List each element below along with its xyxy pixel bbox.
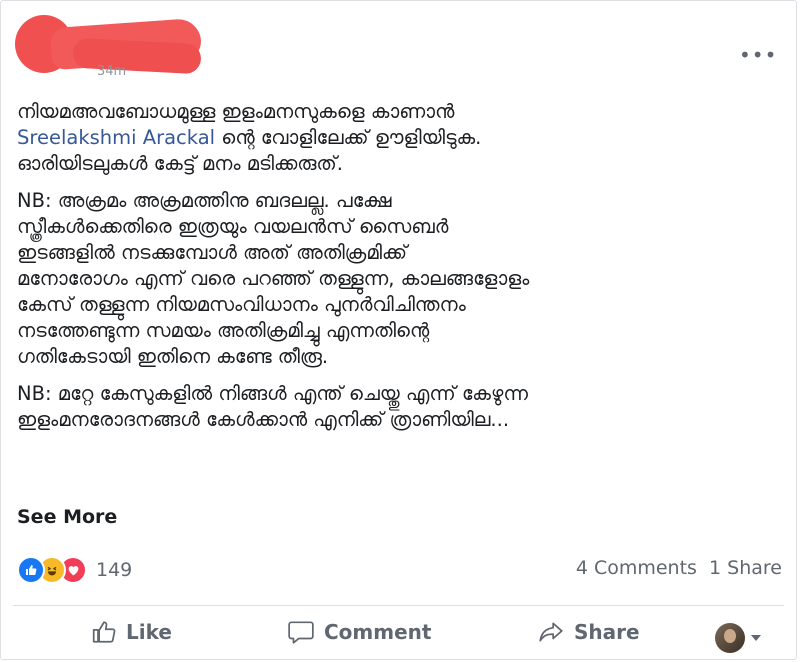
see-more-link[interactable]: See More [17,506,117,528]
comment-button[interactable]: Comment [287,619,431,645]
post-paragraph-3: NB: മറ്റേ കേസുകളിൽ നിങ്ങൾ എന്ത് ചെയ്തു എ… [17,382,528,431]
reaction-summary[interactable]: 149 [17,555,132,585]
comments-count[interactable]: 4 Comments [576,557,697,579]
post-card: 34m ••• നിയമഅവബോധമുള്ള ഇളംമനസുകളെ കാണാൻ … [0,0,797,660]
comment-icon [288,621,314,644]
viewer-avatar [715,623,745,653]
comment-label: Comment [324,620,432,644]
reaction-count[interactable]: 149 [96,559,132,581]
action-bar: Like Comment Share [1,613,798,657]
share-label: Share [574,620,640,644]
redacted-author-name-overlay [72,37,202,75]
like-button[interactable]: Like [91,619,172,645]
paragraph-1-text: നിയമഅവബോധമുള്ള ഇളംമനസുകളെ കാണാൻ [17,100,455,123]
post-paragraph-2: NB: അക്രമം അക്രമത്തിനു ബദലല്ല. പക്ഷേ സ്ത… [17,189,530,368]
shares-count[interactable]: 1 Share [709,557,782,579]
caret-down-icon [751,635,761,641]
action-divider [13,605,784,606]
more-options-icon[interactable]: ••• [739,43,777,67]
post-stats: 4 Comments 1 Share [576,557,782,579]
post-timestamp[interactable]: 34m [97,64,126,79]
share-icon [539,622,563,642]
like-label: Like [126,620,172,644]
share-button[interactable]: Share [537,619,640,645]
like-outline-icon [92,621,116,643]
post-paragraph-1: നിയമഅവബോധമുള്ള ഇളംമനസുകളെ കാണാൻ Sreelaks… [17,99,787,177]
post-body: നിയമഅവബോധമുള്ള ഇളംമനസുകളെ കാണാൻ Sreelaks… [17,99,787,444]
like-icon [17,556,45,584]
mention-link[interactable]: Sreelakshmi Arackal [17,126,215,149]
post-as-selector[interactable] [715,623,761,653]
